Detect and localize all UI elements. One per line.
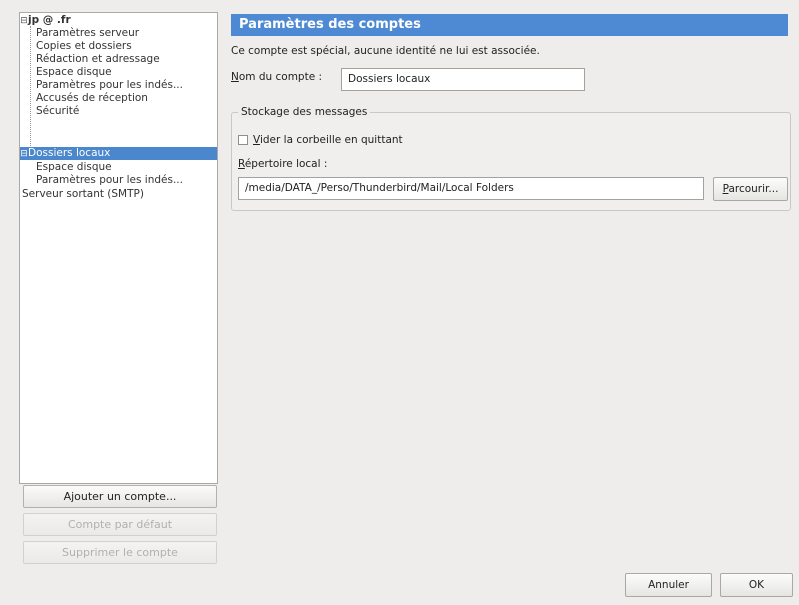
local-directory-label: Répertoire local :: [238, 158, 327, 170]
special-account-note: Ce compte est spécial, aucune identité n…: [231, 45, 540, 57]
tree-item-label: Paramètres serveur: [36, 27, 140, 39]
browse-label: arcourir...: [728, 183, 779, 195]
add-account-label: Ajouter un compte...: [63, 490, 177, 503]
set-default-button[interactable]: Compte par défaut: [23, 513, 217, 536]
label-text: om du compte :: [238, 71, 323, 83]
tree-item-local-folders[interactable]: ⊟Dossiers locaux: [20, 147, 217, 160]
mnemonic: V: [253, 134, 260, 146]
browse-button[interactable]: Parcourir...: [713, 177, 788, 201]
mnemonic: N: [231, 71, 239, 83]
mnemonic: R: [238, 158, 245, 170]
tree-item-junk-settings[interactable]: Paramètres pour les indés...: [20, 79, 217, 92]
tree-item-smtp[interactable]: Serveur sortant (SMTP): [20, 188, 217, 201]
tree-item-security[interactable]: Sécurité: [20, 105, 217, 118]
tree-item-copies-folders[interactable]: Copies et dossiers: [20, 40, 217, 53]
tree-item-label: Espace disque: [36, 161, 112, 173]
cancel-button[interactable]: Annuler: [625, 573, 712, 597]
tree-item-label: Rédaction et adressage: [36, 53, 160, 65]
tree-item-label: Espace disque: [36, 66, 112, 78]
add-account-button[interactable]: Ajouter un compte...: [23, 485, 217, 508]
message-storage-legend: Stockage des messages: [238, 106, 371, 118]
tree-item-local-folders-label: Dossiers locaux: [28, 147, 111, 159]
tree-item-composition[interactable]: Rédaction et adressage: [20, 53, 217, 66]
cancel-label: Annuler: [648, 579, 689, 591]
tree-item-account[interactable]: ⊟jp @ .fr: [20, 14, 217, 27]
account-name-label: Nom du compte :: [231, 71, 322, 83]
tree-item-server-settings[interactable]: Paramètres serveur: [20, 27, 217, 40]
label-text: ider la corbeille en quittant: [259, 134, 403, 146]
tree-item-label: Sécurité: [36, 105, 80, 117]
empty-trash-checkbox[interactable]: [238, 135, 248, 145]
delete-account-label: Supprimer le compte: [62, 546, 178, 559]
label-text: épertoire local :: [244, 158, 328, 170]
tree-item-label: Paramètres pour les indés...: [36, 174, 183, 186]
tree-item-local-disk-space[interactable]: Espace disque: [20, 161, 217, 174]
tree-item-return-receipts[interactable]: Accusés de réception: [20, 92, 217, 105]
empty-trash-label[interactable]: Vider la corbeille en quittant: [253, 134, 403, 146]
set-default-label: Compte par défaut: [67, 518, 173, 531]
delete-account-button[interactable]: Supprimer le compte: [23, 541, 217, 564]
tree-item-local-junk-settings[interactable]: Paramètres pour les indés...: [20, 174, 217, 187]
tree-item-disk-space[interactable]: Espace disque: [20, 66, 217, 79]
tree-item-label: Accusés de réception: [36, 92, 148, 104]
account-name-input[interactable]: Dossiers locaux: [341, 68, 585, 91]
panel-title: Paramètres des comptes: [231, 14, 788, 36]
local-directory-input[interactable]: /media/DATA_/Perso/Thunderbird/Mail/Loca…: [238, 177, 704, 200]
tree-item-label: Paramètres pour les indés...: [36, 79, 183, 91]
tree-item-label: Serveur sortant (SMTP): [22, 188, 144, 200]
ok-label: OK: [748, 579, 765, 591]
ok-button[interactable]: OK: [720, 573, 793, 597]
account-tree[interactable]: ⊟jp @ .fr Paramètres serveur Copies et d…: [19, 12, 218, 484]
collapse-icon[interactable]: ⊟: [20, 148, 28, 161]
tree-item-label: Copies et dossiers: [36, 40, 132, 52]
tree-item-account-label: jp @ .fr: [28, 14, 71, 26]
